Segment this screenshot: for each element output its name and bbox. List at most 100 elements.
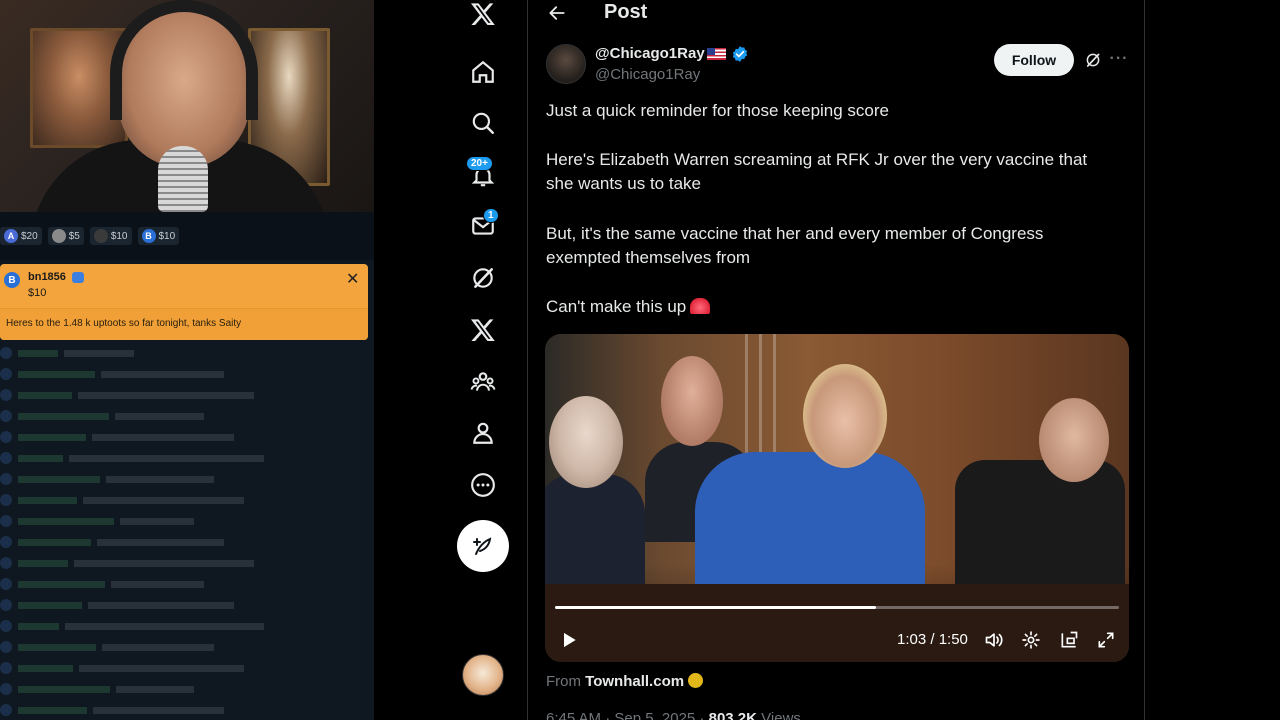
tip-amount: $5: [68, 230, 80, 242]
chat-badge-icon: [0, 536, 12, 548]
chat-username-blur: [18, 496, 77, 504]
post-more-icon[interactable]: ···: [1108, 48, 1130, 70]
chat-icon: [72, 272, 84, 283]
headphones: [110, 0, 258, 120]
chat-badge-icon: [0, 515, 12, 527]
tip-chip: B $10: [137, 227, 180, 245]
dock-video-icon[interactable]: [1058, 629, 1080, 651]
alert-amount: $10: [28, 287, 47, 299]
post-text-line: she wants us to take: [546, 174, 701, 193]
chat-message-blur: [92, 433, 234, 441]
fullscreen-icon[interactable]: [1095, 629, 1117, 651]
chat-username-blur: [18, 559, 68, 567]
chat-line: [0, 409, 204, 423]
settings-gear-icon[interactable]: [1020, 629, 1042, 651]
timestamp-text[interactable]: 6:45 AM · Sep 5, 2025 ·: [546, 710, 704, 720]
chat-username-blur: [18, 622, 59, 630]
chat-message-blur: [116, 685, 194, 693]
chat-line: [0, 367, 224, 381]
chat-message-blur: [64, 349, 134, 357]
chat-message-blur: [111, 580, 204, 588]
chat-line: [0, 640, 214, 654]
follow-button[interactable]: Follow: [994, 44, 1074, 76]
chat-badge-icon: [0, 578, 12, 590]
tip-chip: A $20: [0, 227, 42, 245]
post-text-line: But, it's the same vaccine that her and …: [546, 224, 1044, 243]
chat-badge-icon: [0, 641, 12, 653]
chat-line: [0, 682, 194, 696]
post-text-line: Here's Elizabeth Warren screaming at RFK…: [546, 150, 1088, 169]
chat-message-blur: [74, 559, 254, 567]
x-logo-icon[interactable]: [457, 0, 509, 40]
volume-icon[interactable]: [983, 629, 1005, 651]
gold-verified-badge-icon: [688, 673, 704, 688]
chat-username-blur: [18, 370, 95, 378]
chat-message-blur: [101, 370, 224, 378]
author-handle[interactable]: @Chicago1Ray: [595, 66, 700, 83]
alert-badge: B: [4, 272, 20, 288]
author-display-name[interactable]: @Chicago1Ray: [595, 45, 705, 62]
close-icon[interactable]: ✕: [346, 269, 359, 289]
chat-line: [0, 451, 264, 465]
chat-line: [0, 514, 194, 528]
x-premium-icon[interactable]: [457, 304, 509, 356]
back-arrow-icon[interactable]: [544, 0, 570, 26]
tip-alert: B bn1856 $10 ✕ Heres to the 1.48 k uptoo…: [0, 264, 368, 340]
chat-badge-icon: [0, 431, 12, 443]
post-text-line: Can't make this up: [546, 297, 687, 316]
home-icon[interactable]: [457, 46, 509, 98]
search-icon[interactable]: [457, 97, 509, 149]
page-title: Post: [604, 1, 648, 23]
compose-post-button[interactable]: [457, 520, 509, 572]
tip-icon: [93, 229, 108, 243]
chat-username-blur: [18, 475, 100, 483]
video-player[interactable]: [545, 334, 1129, 662]
chat-message-blur: [88, 601, 234, 609]
views-label: Views: [761, 710, 801, 720]
post-timestamp: 6:45 AM · Sep 5, 2025 · 803.2K Views: [546, 710, 801, 720]
chat-badge-icon: [0, 662, 12, 674]
chat-username-blur: [18, 601, 82, 609]
chat-username-blur: [18, 412, 109, 420]
account-avatar[interactable]: [462, 654, 504, 696]
chat-badge-icon: [0, 620, 12, 632]
chat-message-blur: [93, 706, 224, 714]
post-text-line: exempted themselves from: [546, 248, 751, 267]
chat-line: [0, 430, 234, 444]
tip-amount: $10: [110, 230, 128, 242]
author-avatar[interactable]: [546, 44, 586, 84]
alert-message: Heres to the 1.48 k uptoots so far tonig…: [6, 318, 242, 329]
chat-line: [0, 493, 244, 507]
video-progress-fill: [555, 606, 877, 609]
profile-icon[interactable]: [457, 407, 509, 459]
verified-badge-icon: [731, 45, 749, 63]
chat-line: [0, 598, 234, 612]
chat-message-blur: [106, 475, 214, 483]
chat-line: [0, 535, 224, 549]
chat-line: [0, 661, 244, 675]
chat-line: [0, 388, 254, 402]
chat-message-blur: [83, 496, 244, 504]
video-figure: [1039, 398, 1109, 482]
chat-log: [0, 342, 374, 720]
chat-username-blur: [18, 643, 96, 651]
source-name[interactable]: Townhall.com: [585, 673, 684, 690]
video-wall-detail: [745, 334, 785, 454]
more-options-icon[interactable]: [457, 459, 509, 511]
chat-message-blur: [115, 412, 204, 420]
source-prefix: From: [546, 673, 581, 690]
chat-line: [0, 346, 134, 360]
communities-icon[interactable]: [457, 356, 509, 408]
play-icon[interactable]: [557, 629, 581, 651]
video-progress-bar[interactable]: [555, 606, 1119, 609]
messages-badge: 1: [483, 208, 499, 223]
chat-line: [0, 577, 204, 591]
tip-chip: $10: [89, 227, 132, 245]
tip-chip: $5: [47, 227, 84, 245]
grok-icon[interactable]: [457, 252, 509, 304]
video-time: 1:03 / 1:50: [897, 631, 968, 648]
grok-explain-icon[interactable]: [1082, 49, 1104, 71]
chat-message-blur: [97, 538, 224, 546]
messages-icon[interactable]: [457, 200, 509, 252]
chat-line: [0, 619, 264, 633]
